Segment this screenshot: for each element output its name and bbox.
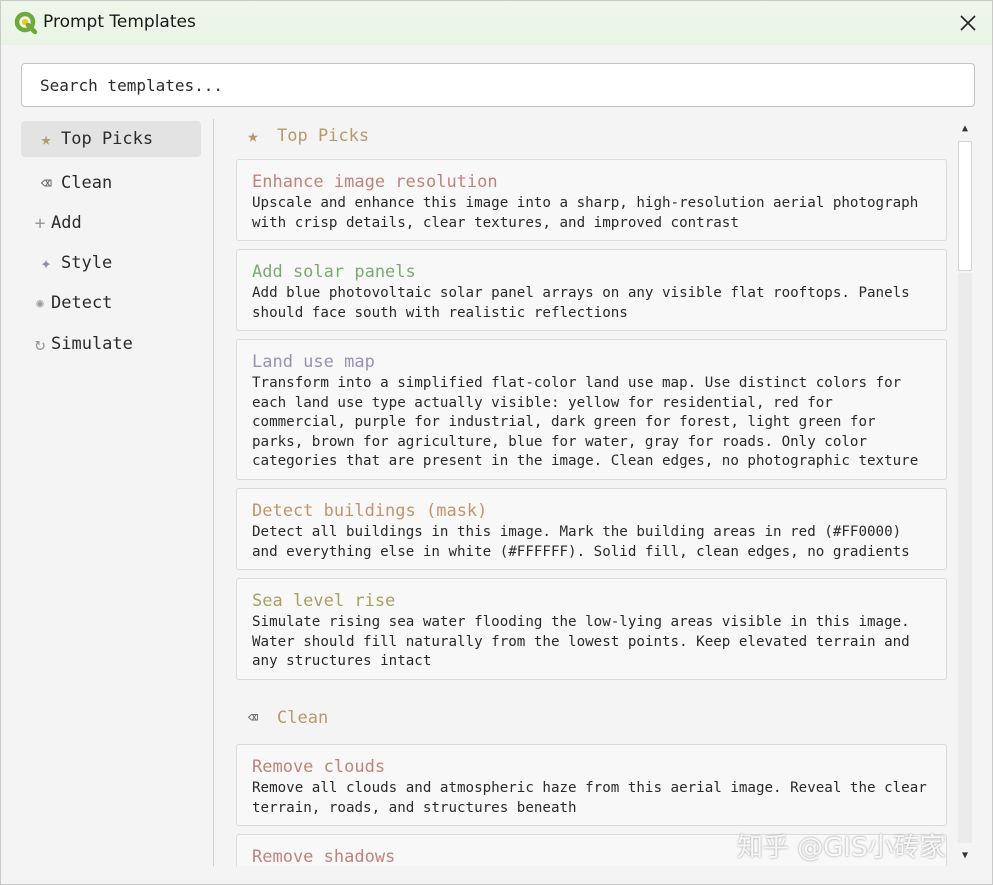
template-title: Add solar panels	[252, 262, 416, 282]
category-sidebar: ★ Top Picks ⌫ Clean + Add ✦ Style ◉ Dete…	[21, 119, 213, 866]
star-icon: ★	[40, 128, 52, 150]
qgis-logo-icon	[14, 11, 38, 35]
close-button[interactable]	[950, 7, 986, 39]
scroll-thumb[interactable]	[958, 141, 972, 271]
scroll-down-arrow-icon[interactable]: ▼	[954, 844, 976, 866]
template-title: Sea level rise	[252, 591, 396, 611]
template-description: Detect all buildings in this image. Mark…	[252, 524, 910, 560]
watermark: 知乎 @GIS小砖家	[737, 833, 946, 863]
sidebar-item-style[interactable]: ✦ Style	[21, 245, 201, 281]
sidebar-item-add[interactable]: + Add	[21, 205, 201, 241]
template-description: Upscale and enhance this image into a sh…	[252, 195, 919, 231]
close-icon	[960, 15, 976, 31]
eraser-icon: ⌫	[40, 173, 52, 193]
sidebar-item-detect[interactable]: ◉ Detect	[21, 285, 201, 321]
sidebar-divider	[213, 119, 214, 866]
section-header-top-picks: ★ Top Picks	[239, 121, 369, 151]
sidebar-item-label: Detect	[51, 293, 113, 313]
sidebar-item-clean[interactable]: ⌫ Clean	[21, 173, 201, 193]
template-description: Remove all clouds and atmospheric haze f…	[252, 780, 927, 816]
template-card-land-use-map[interactable]: Land use map Transform into a simplified…	[236, 339, 947, 480]
sparkle-icon: ✦	[40, 252, 52, 274]
vertical-scrollbar[interactable]: ▲ ▼	[954, 117, 976, 866]
template-title: Detect buildings (mask)	[252, 501, 488, 521]
window-title: Prompt Templates	[43, 12, 196, 32]
sidebar-item-label: Add	[51, 213, 82, 233]
templates-list: ★ Top Picks Enhance image resolution Ups…	[223, 117, 953, 866]
star-icon: ★	[247, 125, 259, 147]
refresh-icon: ↻	[34, 333, 46, 355]
eraser-icon: ⌫	[247, 708, 259, 728]
template-description: Add blue photovoltaic solar panel arrays…	[252, 285, 910, 321]
template-description: Transform into a simplified flat-color l…	[252, 375, 919, 470]
sidebar-item-label: Clean	[61, 173, 113, 193]
title-bar: Prompt Templates	[1, 1, 992, 45]
sidebar-item-label: Top Picks	[61, 129, 154, 149]
template-title: Land use map	[252, 352, 375, 372]
prompt-templates-window: Prompt Templates ★ Top Picks ⌫ Clean + A…	[0, 0, 993, 885]
template-card-remove-clouds[interactable]: Remove clouds Remove all clouds and atmo…	[236, 744, 947, 826]
sidebar-item-label: Style	[61, 253, 113, 273]
sidebar-item-top-picks[interactable]: ★ Top Picks	[21, 121, 201, 157]
sidebar-item-label: Simulate	[51, 334, 133, 354]
template-card-solar-panels[interactable]: Add solar panels Add blue photovoltaic s…	[236, 249, 947, 331]
scroll-track[interactable]	[958, 273, 972, 843]
section-title: Top Picks	[277, 126, 370, 146]
template-description: Simulate rising sea water flooding the l…	[252, 614, 910, 670]
plus-icon: +	[34, 212, 46, 234]
template-card-sea-level-rise[interactable]: Sea level rise Simulate rising sea water…	[236, 578, 947, 680]
template-title: Enhance image resolution	[252, 172, 498, 192]
search-input[interactable]	[21, 63, 975, 107]
template-card-detect-buildings[interactable]: Detect buildings (mask) Detect all build…	[236, 488, 947, 570]
target-icon: ◉	[36, 296, 44, 310]
section-title: Clean	[277, 708, 329, 728]
scroll-up-arrow-icon[interactable]: ▲	[954, 117, 976, 139]
sidebar-item-simulate[interactable]: ↻ Simulate	[21, 326, 201, 362]
section-header-clean: ⌫ Clean	[239, 703, 328, 733]
template-title: Remove clouds	[252, 757, 386, 777]
template-card-enhance-resolution[interactable]: Enhance image resolution Upscale and enh…	[236, 159, 947, 241]
